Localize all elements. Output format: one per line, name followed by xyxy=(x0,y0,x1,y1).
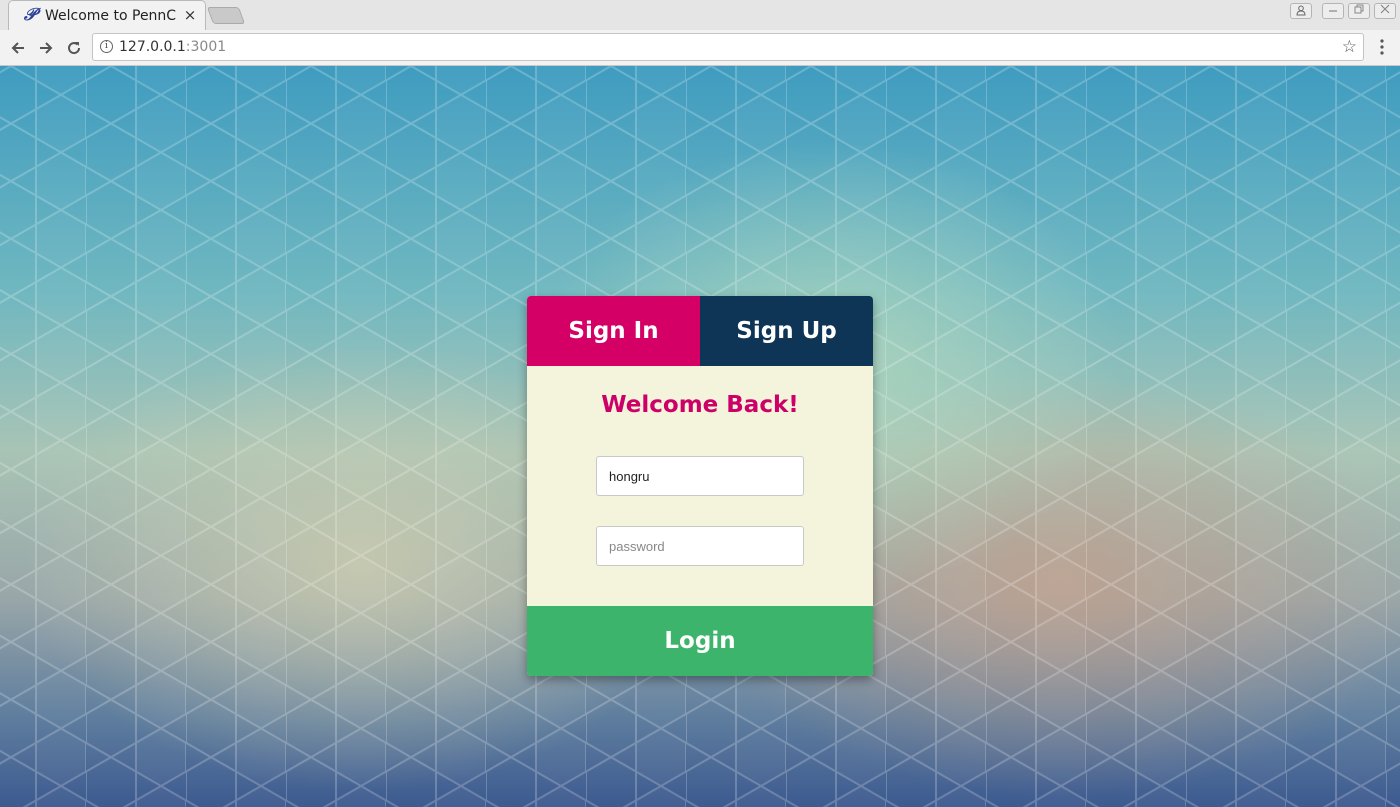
restore-window-icon[interactable] xyxy=(1348,3,1370,19)
url-host: 127.0.0.1 xyxy=(119,39,186,55)
bookmark-star-icon[interactable]: ☆ xyxy=(1342,37,1357,57)
url-port: :3001 xyxy=(185,39,227,55)
browser-toolbar: i 127.0.0.1:3001 ☆ xyxy=(0,30,1400,66)
password-input[interactable] xyxy=(596,526,804,566)
reload-icon[interactable] xyxy=(63,37,85,59)
login-button[interactable]: Login xyxy=(527,606,873,676)
minimize-window-icon[interactable] xyxy=(1322,3,1344,19)
profile-icon[interactable] xyxy=(1290,3,1312,19)
site-favicon-icon: 𝒫 xyxy=(23,5,37,25)
tab-sign-in[interactable]: Sign In xyxy=(527,296,700,366)
kebab-menu-icon[interactable] xyxy=(1374,36,1390,58)
info-icon[interactable]: i xyxy=(100,40,113,53)
browser-tab[interactable]: 𝒫 Welcome to PennCl × xyxy=(8,0,206,30)
back-arrow-icon[interactable] xyxy=(7,37,29,59)
welcome-heading: Welcome Back! xyxy=(601,392,799,418)
forward-arrow-icon[interactable] xyxy=(35,37,57,59)
username-input[interactable] xyxy=(596,456,804,496)
page-background: Sign In Sign Up Welcome Back! Login xyxy=(0,66,1400,807)
close-window-icon[interactable] xyxy=(1374,3,1396,19)
tab-title: Welcome to PennCl xyxy=(45,8,177,24)
url-text: 127.0.0.1:3001 xyxy=(119,39,226,56)
tab-sign-up[interactable]: Sign Up xyxy=(700,296,873,366)
auth-card: Sign In Sign Up Welcome Back! Login xyxy=(527,296,873,676)
new-tab-button[interactable] xyxy=(206,7,246,24)
address-bar[interactable]: i 127.0.0.1:3001 ☆ xyxy=(92,33,1364,61)
close-tab-icon[interactable]: × xyxy=(183,6,197,24)
browser-tabstrip: 𝒫 Welcome to PennCl × xyxy=(0,0,1400,30)
